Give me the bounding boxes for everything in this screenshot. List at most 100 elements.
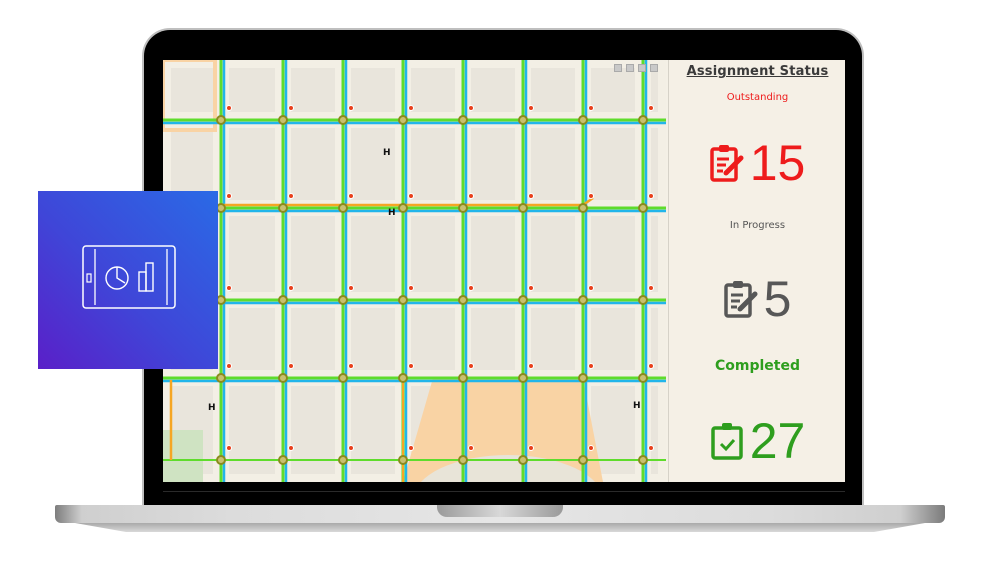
poi-marker xyxy=(408,285,414,291)
status-label-completed: Completed xyxy=(714,358,800,374)
status-count-in-progress: 5 xyxy=(763,271,792,327)
intersection-node xyxy=(578,203,588,213)
laptop-base-bottom xyxy=(75,523,925,532)
poi-marker xyxy=(588,285,594,291)
intersection-node xyxy=(398,203,408,213)
hospital-icon: H xyxy=(633,401,641,411)
tablet-analytics-icon xyxy=(82,245,176,309)
poi-marker xyxy=(648,193,654,199)
intersection-node xyxy=(216,115,226,125)
street-network-map[interactable]: H H H H xyxy=(163,60,666,482)
building-block xyxy=(531,216,575,292)
poi-marker xyxy=(226,105,232,111)
status-outstanding[interactable]: 15 xyxy=(669,138,845,188)
poi-marker xyxy=(408,445,414,451)
building-block xyxy=(591,128,635,200)
intersection-node xyxy=(338,115,348,125)
poi-marker xyxy=(348,445,354,451)
intersection-node xyxy=(458,373,468,383)
hospital-icon: H xyxy=(388,208,396,218)
intersection-node xyxy=(518,373,528,383)
poi-marker xyxy=(588,445,594,451)
building-block xyxy=(411,216,455,292)
poi-marker xyxy=(288,193,294,199)
building-block xyxy=(411,128,455,200)
intersection-node xyxy=(398,455,408,465)
green-park xyxy=(163,430,203,482)
intersection-node xyxy=(578,295,588,305)
poi-marker xyxy=(226,445,232,451)
building-block xyxy=(351,128,395,200)
building-block xyxy=(471,68,515,112)
grid-icon[interactable] xyxy=(650,64,658,72)
intersection-node xyxy=(458,455,468,465)
panel-title: Assignment Status xyxy=(686,64,829,79)
poi-marker xyxy=(226,363,232,369)
intersection-node xyxy=(398,373,408,383)
intersection-node xyxy=(398,295,408,305)
building-block xyxy=(351,68,395,112)
poi-marker xyxy=(468,105,474,111)
intersection-node xyxy=(518,295,528,305)
building-block xyxy=(229,308,275,370)
building-block xyxy=(229,68,275,112)
poi-marker xyxy=(528,105,534,111)
map-toolbar xyxy=(614,64,658,72)
intersection-node xyxy=(518,115,528,125)
poi-marker xyxy=(288,105,294,111)
layers-icon[interactable] xyxy=(626,64,634,72)
intersection-node xyxy=(278,373,288,383)
intersection-node xyxy=(638,373,648,383)
intersection-node xyxy=(638,115,648,125)
map-view[interactable]: H H H H xyxy=(163,60,666,482)
building-block xyxy=(291,216,335,292)
poi-marker xyxy=(528,285,534,291)
poi-marker xyxy=(408,363,414,369)
poi-marker xyxy=(408,105,414,111)
intersection-node xyxy=(216,295,226,305)
assignment-status-panel: Assignment Status Outstanding 15 In Prog… xyxy=(668,60,845,482)
poi-marker xyxy=(226,193,232,199)
status-completed[interactable]: 27 xyxy=(669,416,845,466)
status-label-outstanding: Outstanding xyxy=(726,92,789,103)
poi-marker xyxy=(648,445,654,451)
building-block xyxy=(351,308,395,370)
intersection-node xyxy=(458,115,468,125)
poi-marker xyxy=(468,445,474,451)
intersection-node xyxy=(278,115,288,125)
poi-marker xyxy=(588,193,594,199)
clipboard-check-icon xyxy=(710,421,744,461)
intersection-node xyxy=(278,455,288,465)
status-label-in-progress: In Progress xyxy=(729,220,786,231)
building-block xyxy=(651,128,658,200)
building-block xyxy=(229,128,275,200)
poi-marker xyxy=(348,193,354,199)
home-icon[interactable] xyxy=(614,64,622,72)
building-block xyxy=(171,128,213,200)
building-block xyxy=(351,216,395,292)
building-block xyxy=(591,308,635,370)
poi-marker xyxy=(348,285,354,291)
building-block xyxy=(531,308,575,370)
building-block xyxy=(471,216,515,292)
intersection-node xyxy=(518,455,528,465)
poi-marker xyxy=(288,445,294,451)
laptop-screen: HHHH Assignment Status Outstanding 15 In… xyxy=(163,60,845,482)
building-block xyxy=(411,308,455,370)
status-count-outstanding: 15 xyxy=(749,135,806,191)
status-in-progress[interactable]: 5 xyxy=(669,274,845,324)
poi-marker xyxy=(648,285,654,291)
intersection-node xyxy=(518,203,528,213)
intersection-node xyxy=(638,455,648,465)
poi-marker xyxy=(226,285,232,291)
intersection-node xyxy=(216,373,226,383)
building-block xyxy=(411,68,455,112)
building-block xyxy=(291,128,335,200)
legend-icon[interactable] xyxy=(638,64,646,72)
poi-marker xyxy=(288,285,294,291)
intersection-node xyxy=(278,203,288,213)
intersection-node xyxy=(338,203,348,213)
poi-marker xyxy=(348,363,354,369)
building-block xyxy=(531,128,575,200)
analytics-overlay-card xyxy=(38,191,218,369)
